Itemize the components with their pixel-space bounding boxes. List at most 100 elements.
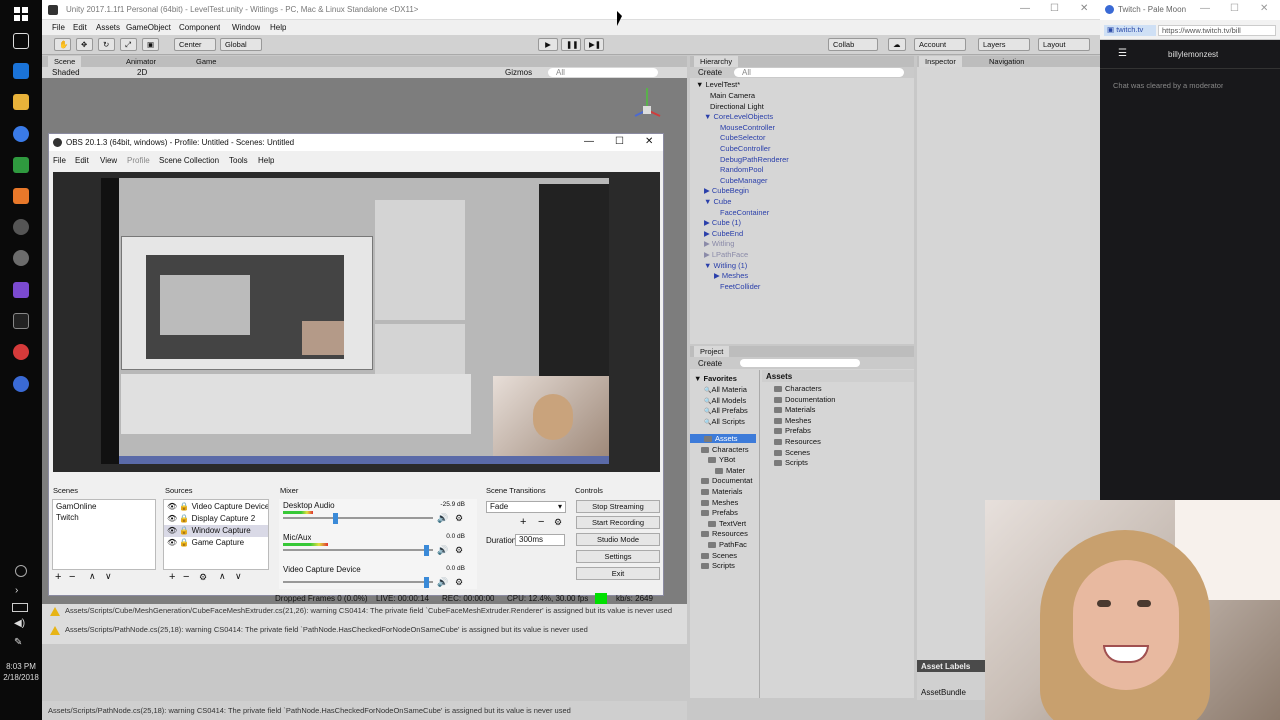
- obs-preview[interactable]: [53, 172, 660, 472]
- favorite-item[interactable]: 🔍All Models: [704, 396, 746, 405]
- volume-slider[interactable]: [283, 581, 433, 583]
- collapse-arrow-icon[interactable]: ▶: [714, 271, 722, 280]
- pen-icon[interactable]: ✎: [14, 637, 22, 648]
- stop-streaming-button[interactable]: Stop Streaming: [576, 500, 660, 513]
- 2d-toggle[interactable]: 2D: [137, 68, 147, 77]
- task-view-icon[interactable]: [13, 33, 29, 49]
- scenes-list[interactable]: GamOnline Twitch: [52, 499, 156, 570]
- pm-close-icon[interactable]: ✕: [1260, 3, 1268, 14]
- hierarchy-item[interactable]: Directional Light: [710, 102, 764, 111]
- visual-studio-icon[interactable]: [13, 282, 29, 298]
- unity-title-bar[interactable]: Unity 2017.1.1f1 Personal (64bit) - Leve…: [42, 0, 1100, 20]
- hierarchy-create-button[interactable]: Create: [698, 68, 722, 77]
- tab-hierarchy[interactable]: Hierarchy: [694, 56, 739, 67]
- terminal-icon[interactable]: [13, 313, 29, 329]
- obs-menu-file[interactable]: File: [53, 156, 66, 165]
- account-button[interactable]: Account: [914, 38, 966, 51]
- url-input[interactable]: https://www.twitch.tv/bill: [1158, 25, 1276, 36]
- favorite-item[interactable]: 🔍All Materia: [704, 385, 747, 394]
- gizmos-menu[interactable]: Gizmos: [505, 68, 532, 77]
- duration-input[interactable]: 300ms: [515, 534, 565, 546]
- tab-navigation[interactable]: Navigation: [983, 56, 1030, 67]
- pale-moon-title-bar[interactable]: Twitch - Pale Moon — ☐ ✕: [1100, 0, 1280, 20]
- scene-gizmo-icon[interactable]: [632, 82, 662, 128]
- hierarchy-item[interactable]: FeetCollider: [720, 282, 760, 291]
- status-message[interactable]: Assets/Scripts/PathNode.cs(25,18): warni…: [48, 706, 688, 715]
- console-line[interactable]: Assets/Scripts/Cube/MeshGeneration/CubeF…: [50, 606, 680, 616]
- layers-button[interactable]: Layers: [978, 38, 1030, 51]
- obs-menu-help[interactable]: Help: [258, 156, 274, 165]
- asset-tree-item[interactable]: TextVert: [708, 519, 746, 528]
- hierarchy-item[interactable]: Main Camera: [710, 91, 755, 100]
- asset-tree-item[interactable]: Documentat: [701, 476, 752, 485]
- asset-tree-item[interactable]: Prefabs: [701, 508, 738, 517]
- favorites-header[interactable]: ▼ Favorites: [694, 374, 737, 383]
- asset-tree-item[interactable]: YBot: [708, 455, 735, 464]
- project-folder[interactable]: Resources: [774, 437, 821, 446]
- exit-button[interactable]: Exit: [576, 567, 660, 580]
- scene-remove-icon[interactable]: −: [69, 571, 75, 583]
- source-up-icon[interactable]: ∧: [219, 571, 226, 582]
- hierarchy-item[interactable]: ▶ Meshes: [714, 271, 748, 280]
- collapse-arrow-icon[interactable]: ▶: [704, 250, 712, 259]
- menu-gameobject[interactable]: GameObject: [126, 23, 171, 32]
- people-icon[interactable]: [15, 565, 27, 577]
- volume-slider-handle[interactable]: [424, 545, 429, 556]
- hierarchy-item[interactable]: ▼ Witling (1): [704, 261, 747, 270]
- lock-icon[interactable]: 🔒: [179, 502, 189, 511]
- lock-icon[interactable]: 🔒: [179, 514, 189, 523]
- hierarchy-item[interactable]: ▶ LPathFace: [704, 250, 748, 259]
- pale-moon-icon[interactable]: [13, 344, 29, 360]
- asset-tree-item[interactable]: Mater: [715, 466, 745, 475]
- source-item[interactable]: 👁 🔒 Display Capture 2: [164, 513, 268, 525]
- expand-arrow-icon[interactable]: ▼: [704, 112, 714, 121]
- hierarchy-item[interactable]: DebugPathRenderer: [720, 155, 789, 164]
- favorite-item[interactable]: 🔍All Scripts: [704, 417, 745, 426]
- transition-select[interactable]: Fade ▾: [486, 501, 566, 513]
- expand-arrow-icon[interactable]: ▼: [704, 197, 714, 206]
- pause-icon[interactable]: ❚❚: [561, 38, 581, 51]
- asset-tree-item[interactable]: PathFac: [708, 540, 747, 549]
- step-icon[interactable]: ▶❚: [584, 38, 604, 51]
- source-add-icon[interactable]: +: [169, 571, 175, 583]
- eye-off-icon[interactable]: 👁: [167, 538, 177, 547]
- speaker-icon[interactable]: 🔊: [437, 545, 448, 556]
- pivot-global-button[interactable]: Global: [220, 38, 262, 51]
- hierarchy-item[interactable]: ▼ Cube: [704, 197, 731, 206]
- obs-title-bar[interactable]: OBS 20.1.3 (64bit, windows) - Profile: U…: [49, 134, 663, 151]
- layout-button[interactable]: Layout: [1038, 38, 1090, 51]
- sources-list[interactable]: 👁 🔒 Video Capture Device 👁 🔒 Display Cap…: [163, 499, 269, 570]
- volume-slider-handle[interactable]: [333, 513, 338, 524]
- asset-tree-item[interactable]: Scripts: [701, 561, 735, 570]
- collapse-arrow-icon[interactable]: ▶: [704, 239, 712, 248]
- collapse-arrow-icon[interactable]: ▶: [704, 186, 712, 195]
- transition-settings-icon[interactable]: ⚙: [554, 517, 562, 528]
- eye-icon[interactable]: 👁: [167, 514, 177, 523]
- hierarchy-item[interactable]: CubeController: [720, 144, 770, 153]
- expand-arrow-icon[interactable]: ▼: [704, 261, 714, 270]
- obs-menu-profile[interactable]: Profile: [127, 156, 150, 165]
- hierarchy-item[interactable]: ▶ Cube (1): [704, 218, 741, 227]
- source-settings-icon[interactable]: ⚙: [199, 572, 207, 583]
- menu-help[interactable]: Help: [270, 23, 286, 32]
- hierarchy-item[interactable]: CubeSelector: [720, 133, 765, 142]
- asset-tree-item[interactable]: Assets: [690, 434, 756, 443]
- asset-tree-item[interactable]: Materials: [701, 487, 742, 496]
- tab-scene[interactable]: Scene: [48, 56, 82, 67]
- collab-button[interactable]: Collab: [828, 38, 878, 51]
- gear-icon[interactable]: ⚙: [455, 513, 463, 524]
- speaker-icon[interactable]: 🔊: [437, 513, 448, 524]
- transition-add-icon[interactable]: +: [520, 516, 526, 528]
- hand-tool-icon[interactable]: ✋: [54, 38, 71, 51]
- chevron-up-icon[interactable]: ›: [15, 585, 18, 596]
- menu-component[interactable]: Component: [179, 23, 220, 32]
- rect-tool-icon[interactable]: ▣: [142, 38, 159, 51]
- source-item[interactable]: 👁 🔒 Video Capture Device: [164, 501, 268, 513]
- hierarchy-item[interactable]: ▶ CubeBegin: [704, 186, 749, 195]
- pivot-center-button[interactable]: Center: [174, 38, 216, 51]
- steam-icon[interactable]: [13, 376, 29, 392]
- rotate-tool-icon[interactable]: ↻: [98, 38, 115, 51]
- tab-game[interactable]: Game: [190, 56, 222, 67]
- hierarchy-item[interactable]: ▶ CubeEnd: [704, 229, 743, 238]
- obs-menu-scene-collection[interactable]: Scene Collection: [159, 156, 219, 165]
